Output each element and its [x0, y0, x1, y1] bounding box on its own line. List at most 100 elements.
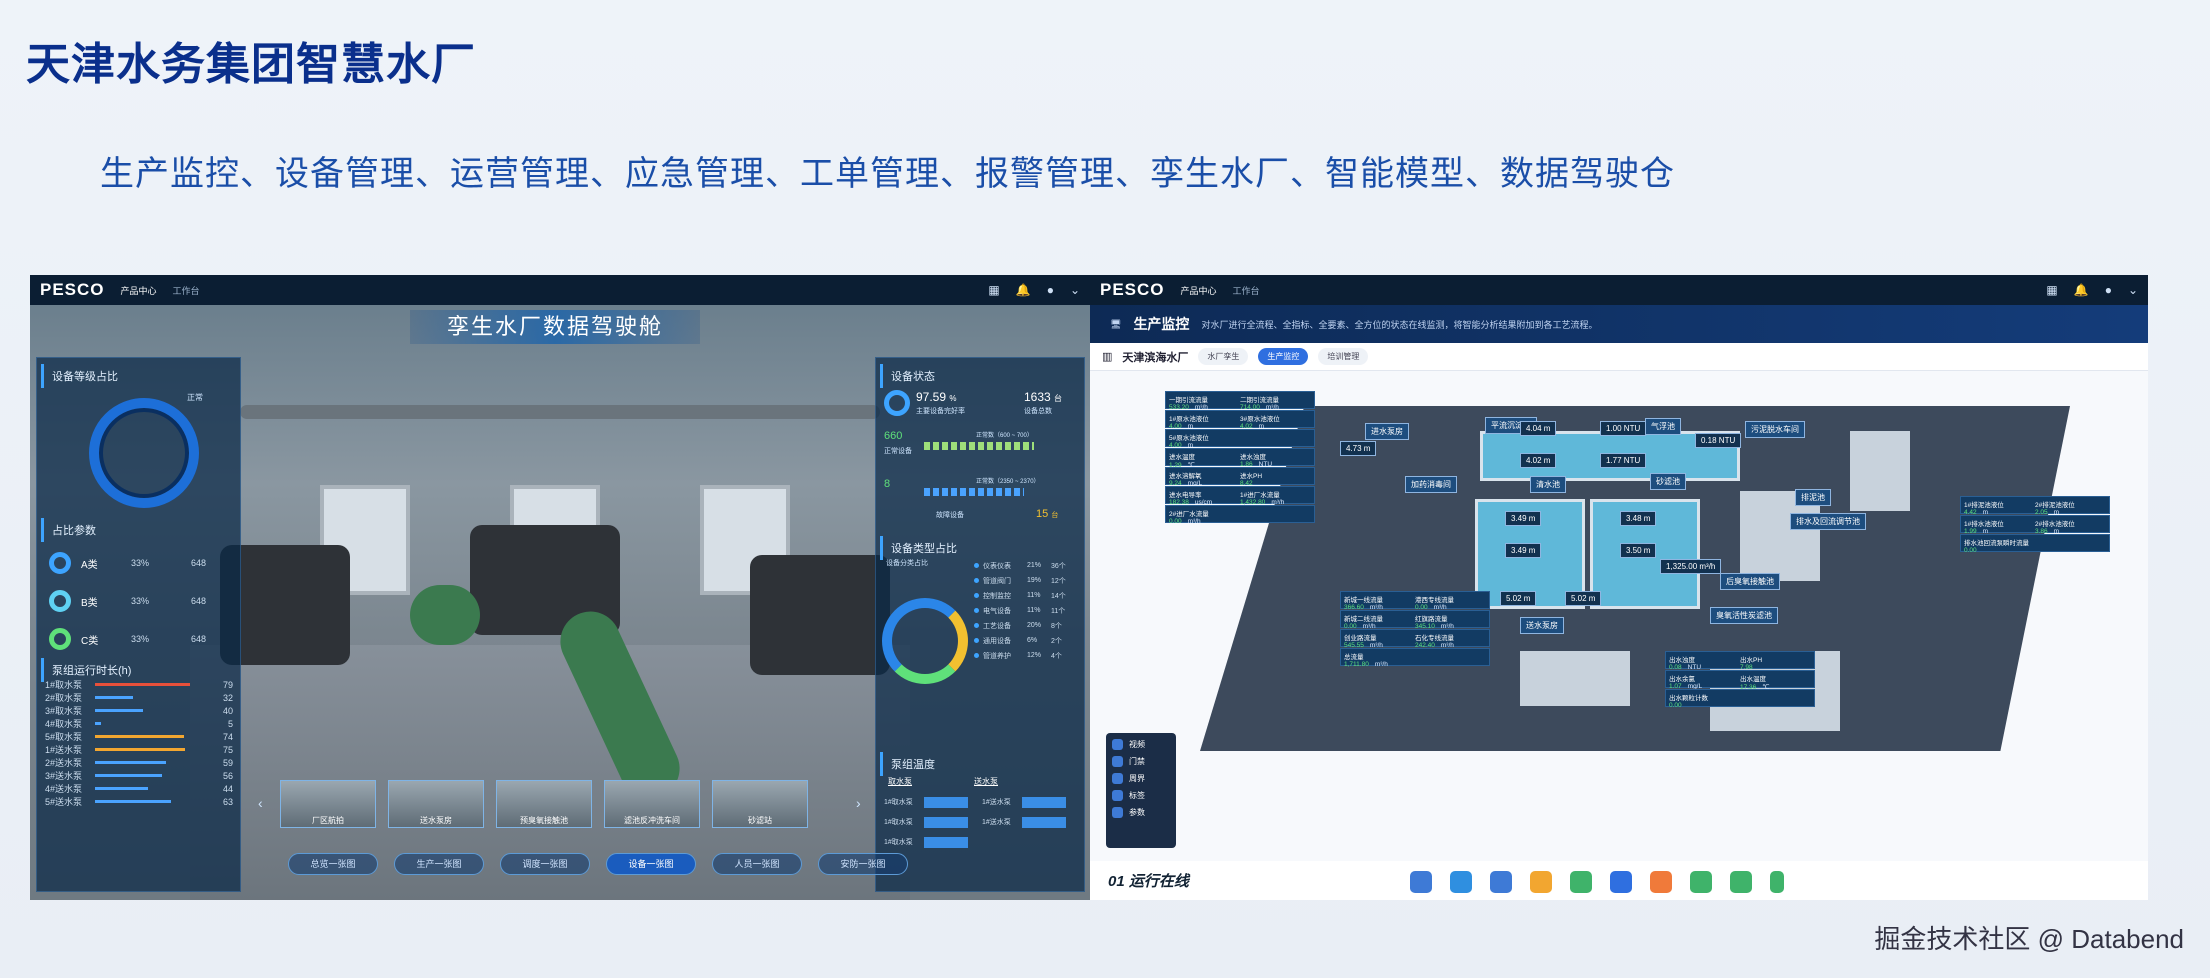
avatar[interactable]: ●: [2105, 283, 2112, 297]
temp-name: 1#送水泵: [982, 819, 1011, 826]
chevron-left-icon[interactable]: ‹: [258, 795, 263, 811]
type-pct: 12%: [1027, 652, 1042, 659]
bell-icon[interactable]: 🔔: [2074, 283, 2089, 297]
facility-label[interactable]: 加药消毒间: [1405, 476, 1457, 493]
runtime-row: 2#取水泵 32: [39, 691, 239, 704]
pill-training[interactable]: 培训管理: [1318, 348, 1369, 365]
nav-button[interactable]: 设备一张图: [606, 853, 696, 875]
runtime-name: 1#取水泵: [45, 680, 83, 690]
dock-icon[interactable]: [1730, 871, 1752, 893]
facility-label[interactable]: 砂滤池: [1650, 473, 1686, 490]
pill-production[interactable]: 生产监控: [1258, 348, 1309, 365]
grid-icon[interactable]: ▦: [2046, 283, 2057, 297]
temp-box: [924, 816, 968, 828]
camera-thumbnail[interactable]: 砂滤站: [712, 780, 808, 828]
temp-head-supply[interactable]: 送水泵: [974, 776, 998, 787]
runtime-value: 56: [222, 770, 233, 781]
facility-label[interactable]: 进水泵房: [1365, 423, 1409, 440]
temp-head-intake[interactable]: 取水泵: [888, 776, 912, 787]
tab-product-center[interactable]: 产品中心: [1181, 284, 1217, 297]
chevron-down-icon[interactable]: ⌄: [1070, 283, 1080, 297]
legend-item[interactable]: 参数: [1112, 807, 1170, 818]
grid-icon[interactable]: ▦: [988, 283, 999, 297]
normal-label: 正常设备: [884, 448, 912, 455]
tab-workbench[interactable]: 工作台: [1233, 284, 1260, 297]
legend-item[interactable]: 标签: [1112, 790, 1170, 801]
dock-icon[interactable]: [1690, 871, 1712, 893]
data-card: 出水颗粒计数 0.00: [1665, 689, 1815, 709]
dock-icon[interactable]: [1650, 871, 1672, 893]
runtime-row: 1#取水泵 79: [39, 678, 239, 691]
nav-button[interactable]: 生产一张图: [394, 853, 484, 875]
nav-button[interactable]: 调度一张图: [500, 853, 590, 875]
camera-thumbnail[interactable]: 厂区航拍: [280, 780, 376, 828]
green-pipe: [410, 585, 480, 645]
card-number: 0.00: [1169, 518, 1182, 525]
card-label: 总流量: [1344, 654, 1364, 661]
nav-button[interactable]: 总览一张图: [288, 853, 378, 875]
cockpit-screenshot: PESCO 产品中心 工作台 ▦ 🔔 ● ⌄ 孪生水厂数据驾驶舱 设备等级占比 正常 …: [30, 275, 1090, 900]
class-ring: [49, 628, 71, 650]
dock-icon[interactable]: [1610, 871, 1632, 893]
tab-workbench[interactable]: 工作台: [173, 284, 200, 297]
plant-icon: ▥: [1102, 351, 1113, 363]
tab-product-center[interactable]: 产品中心: [121, 284, 157, 297]
type-pct: 20%: [1027, 622, 1042, 629]
facility-label[interactable]: 污泥脱水车间: [1745, 421, 1805, 438]
dock-icon[interactable]: [1410, 871, 1432, 893]
data-card: 排水池回流泵瞬时流量 0.00: [1960, 534, 2110, 554]
chevron-right-icon[interactable]: ›: [856, 795, 861, 811]
panel-heading: 设备类型占比: [880, 536, 965, 560]
legend-item[interactable]: 门禁: [1112, 756, 1170, 767]
dock-icon[interactable]: [1450, 871, 1472, 893]
fault-label: 故障设备: [936, 512, 964, 519]
facility-label[interactable]: 臭氧活性炭滤池: [1710, 607, 1778, 624]
temp-row: 1#取水泵 1#送水泵: [884, 792, 1084, 812]
avatar[interactable]: ●: [1047, 283, 1054, 297]
class-row: B类 33% 648: [43, 582, 233, 620]
readout-label: 5.02 m: [1500, 591, 1537, 606]
facility-label[interactable]: 送水泵房: [1520, 617, 1564, 634]
camera-thumbnail[interactable]: 预臭氧接触池: [496, 780, 592, 828]
card-value: 0.00: [1669, 702, 1740, 709]
card-value: [1415, 651, 1486, 658]
readout-label: 4.04 m: [1520, 421, 1557, 436]
logo: PESCO: [1100, 280, 1165, 299]
runtime-name: 2#送水泵: [45, 758, 83, 768]
type-count: 11个: [1051, 607, 1066, 615]
legend-dot-icon: [974, 563, 979, 568]
dock-icon[interactable]: [1530, 871, 1552, 893]
legend-item[interactable]: 视频: [1112, 739, 1170, 750]
legend-dot-icon: [974, 653, 979, 658]
class-ring: [49, 552, 71, 574]
facility-label[interactable]: 排水及回流调节池: [1790, 513, 1866, 530]
card-cell: 红旗路流量 345.10 m³/h: [1415, 613, 1486, 630]
dock-icon[interactable]: [1490, 871, 1512, 893]
dock-icon[interactable]: [1570, 871, 1592, 893]
data-card: 总流量 1,711.80 m³/h: [1340, 648, 1490, 668]
facility-label[interactable]: 气浮池: [1645, 418, 1681, 435]
legend-item[interactable]: 周界: [1112, 773, 1170, 784]
legend-dot-icon: [974, 638, 979, 643]
facility-label[interactable]: 后臭氧接触池: [1720, 573, 1780, 590]
facility-label[interactable]: 清水池: [1530, 476, 1566, 493]
dock-icon[interactable]: [1770, 871, 1784, 893]
temp-box: [1022, 816, 1066, 828]
chevron-down-icon[interactable]: ⌄: [2128, 283, 2138, 297]
nav-button[interactable]: 安防一张图: [818, 853, 908, 875]
camera-thumbnail[interactable]: 送水泵房: [388, 780, 484, 828]
nav-button[interactable]: 人员一张图: [712, 853, 802, 875]
facility-label[interactable]: 排泥池: [1795, 489, 1831, 506]
card-label: 2#进厂水流量: [1169, 511, 1209, 518]
runtime-value: 75: [222, 744, 233, 755]
pill-twin[interactable]: 水厂孪生: [1198, 348, 1249, 365]
card-cell: 出水颗粒计数 0.00: [1669, 692, 1740, 709]
type-pct: 6%: [1027, 637, 1038, 644]
camera-thumbnail[interactable]: 滤池反冲洗车间: [604, 780, 700, 828]
runtime-bar: [95, 800, 171, 803]
runtime-name: 3#取水泵: [45, 706, 83, 716]
slide-subtitle: 生产监控、设备管理、运营管理、应急管理、工单管理、报警管理、孪生水厂、智能模型、…: [100, 155, 1675, 193]
legend-dot-icon: [974, 578, 979, 583]
bell-icon[interactable]: 🔔: [1016, 283, 1031, 297]
data-card: 新城一线流量 366.60 m³/h 港西专线流量 0.00 m³/h: [1340, 591, 1490, 611]
